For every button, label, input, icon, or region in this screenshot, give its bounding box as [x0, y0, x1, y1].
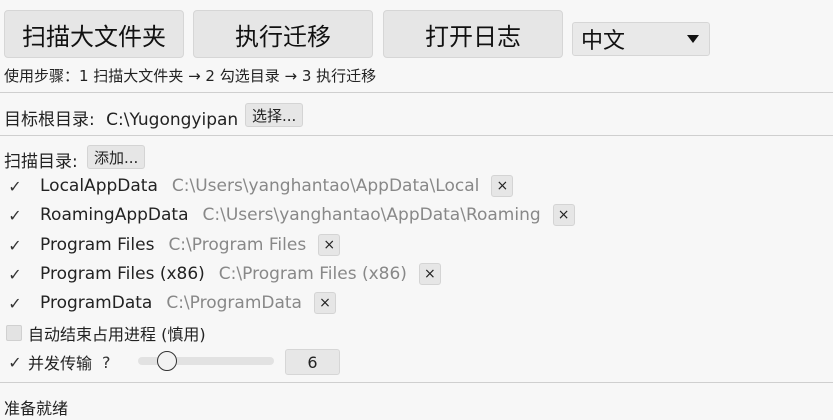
target-root-label-text: 目标根目录:	[4, 110, 95, 130]
scan-dir-path: C:\Program Files	[168, 235, 307, 255]
choose-target-button[interactable]: 选择...	[245, 103, 304, 127]
scan-dir-item: ✓ Program Files (x86) C:\Program Files (…	[6, 261, 441, 287]
scan-dir-path: C:\ProgramData	[166, 293, 302, 313]
add-scan-dir-button[interactable]: 添加...	[87, 145, 146, 169]
execute-migration-button[interactable]: 执行迁移	[193, 10, 373, 58]
scan-dir-name: RoamingAppData	[40, 205, 189, 225]
scan-dirs-label: 扫描目录:	[4, 152, 78, 172]
remove-dir-button[interactable]: ×	[318, 234, 341, 256]
remove-dir-button[interactable]: ×	[491, 175, 514, 197]
checkbox-checked[interactable]: ✓	[6, 206, 24, 225]
target-root-label: 目标根目录: C:\Yugongyipan	[4, 105, 238, 130]
scan-dir-name: LocalAppData	[40, 176, 158, 196]
target-root-path: C:\Yugongyipan	[106, 110, 239, 130]
scan-dir-path: C:\Users\yanghantao\AppData\Local	[171, 176, 480, 196]
concurrency-slider-thumb[interactable]	[156, 351, 177, 371]
concurrent-option: ✓ 并发传输 ?	[6, 349, 111, 375]
status-text: 准备就绪	[4, 399, 69, 418]
divider	[0, 92, 833, 93]
remove-dir-button[interactable]: ×	[418, 263, 441, 285]
scan-dir-path: C:\Users\yanghantao\AppData\Roaming	[202, 205, 541, 225]
scan-dir-item: ✓ Program Files C:\Program Files ×	[6, 232, 341, 258]
remove-dir-button[interactable]: ×	[552, 204, 575, 226]
concurrency-value-field[interactable]: 6	[285, 349, 340, 375]
scan-dir-name: ProgramData	[40, 293, 153, 313]
checkbox-checked[interactable]: ✓	[6, 294, 24, 313]
checkbox-checked[interactable]: ✓	[6, 236, 24, 255]
checkbox-checked[interactable]: ✓	[6, 177, 24, 196]
concurrent-checkbox[interactable]: ✓	[6, 353, 24, 372]
divider	[0, 382, 833, 383]
scan-dir-item: ✓ ProgramData C:\ProgramData ×	[6, 290, 336, 316]
scan-dir-name: Program Files	[40, 235, 155, 255]
toolbar: 扫描大文件夹 执行迁移 打开日志 中文	[0, 0, 833, 62]
chevron-down-icon	[687, 35, 699, 43]
auto-kill-checkbox[interactable]	[6, 325, 22, 341]
language-selected-value: 中文	[581, 29, 626, 54]
scan-dir-item: ✓ RoamingAppData C:\Users\yanghantao\App…	[6, 202, 575, 228]
auto-kill-label: 自动结束占用进程 (慎用)	[28, 325, 206, 344]
scan-large-folders-button[interactable]: 扫描大文件夹	[4, 10, 184, 58]
checkbox-checked[interactable]: ✓	[6, 265, 24, 284]
divider	[0, 135, 833, 136]
concurrent-label: 并发传输	[28, 354, 93, 373]
auto-kill-option: 自动结束占用进程 (慎用)	[6, 320, 206, 346]
scan-dir-path: C:\Program Files (x86)	[218, 264, 407, 284]
language-select[interactable]: 中文	[572, 22, 710, 56]
remove-dir-button[interactable]: ×	[313, 292, 336, 314]
usage-hint: 使用步骤：1 扫描大文件夹 → 2 勾选目录 → 3 执行迁移	[4, 67, 377, 85]
help-icon[interactable]: ?	[102, 353, 111, 372]
open-log-button[interactable]: 打开日志	[383, 10, 563, 58]
scan-dir-name: Program Files (x86)	[40, 264, 205, 284]
scan-dir-item: ✓ LocalAppData C:\Users\yanghantao\AppDa…	[6, 173, 514, 199]
